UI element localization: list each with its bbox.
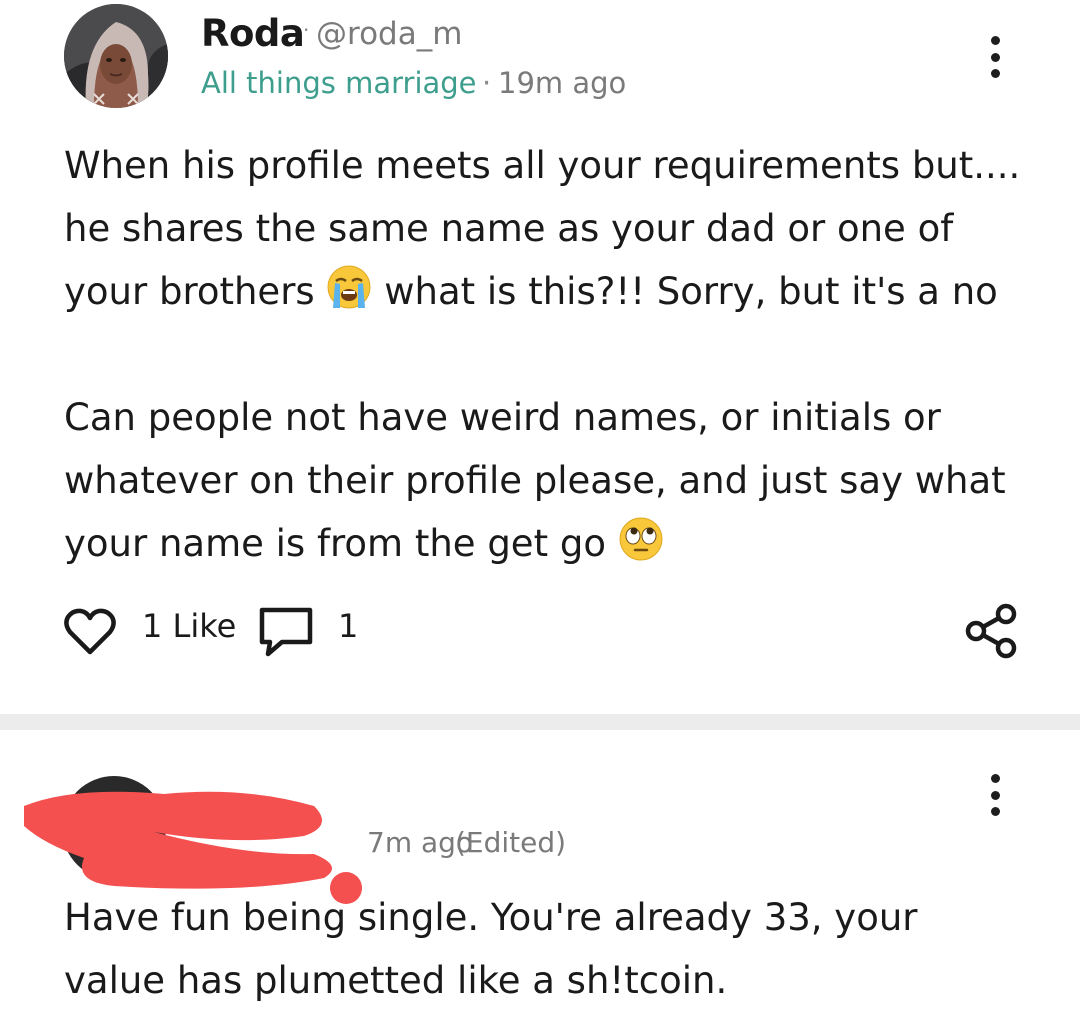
ellipsis-dot xyxy=(990,69,1000,78)
post-timestamp: 19m ago xyxy=(498,66,627,100)
post-body-line: your name is from the get go xyxy=(64,512,1054,575)
post-body-line: your brothers what is this?!! Sorry, but… xyxy=(64,260,1054,323)
post-body-text: your brothers xyxy=(64,270,315,313)
post-body-text: your name is from the get go xyxy=(64,522,606,565)
author-avatar[interactable] xyxy=(64,4,168,108)
ellipsis-dot xyxy=(990,790,1000,800)
author-handle[interactable]: @roda_m xyxy=(316,16,462,52)
heart-outline-icon[interactable] xyxy=(62,606,118,658)
post-body-line: When his profile meets all your requirem… xyxy=(64,144,1021,187)
group-link[interactable]: All things marriage xyxy=(201,66,477,100)
post-body-text: what is this?!! Sorry, but it's a no xyxy=(384,270,998,313)
comment-edited-label: (Edited) xyxy=(455,826,567,859)
share-nodes-icon[interactable] xyxy=(962,600,1022,662)
author-separator: · xyxy=(303,18,310,42)
comment-count[interactable]: 1 xyxy=(338,607,358,645)
post-body-line: Can people not have weird names, or init… xyxy=(64,396,941,439)
comment-more-options-button[interactable] xyxy=(975,774,1015,816)
group-separator: · xyxy=(482,66,492,100)
ellipsis-dot xyxy=(990,52,1000,62)
comment-body: Have fun being single. You're already 33… xyxy=(64,886,1054,1012)
vertical-ellipsis-icon xyxy=(990,774,1000,783)
loudly-crying-face-icon xyxy=(327,265,371,309)
vertical-ellipsis-icon xyxy=(990,36,1000,45)
ellipsis-dot xyxy=(990,807,1000,816)
post-body-line: he shares the same name as your dad or o… xyxy=(64,207,954,250)
post-more-options-button[interactable] xyxy=(975,36,1015,78)
post-body: When his profile meets all your requirem… xyxy=(64,134,1054,575)
comment-card: 7m ago (Edited) Have fun being single. Y… xyxy=(0,730,1080,1005)
post-card: Roda · @roda_m All things marriage · 19m… xyxy=(0,0,1080,714)
face-with-rolling-eyes-icon xyxy=(619,517,663,561)
comment-body-line: Have fun being single. You're already 33… xyxy=(64,896,918,939)
commenter-avatar[interactable] xyxy=(62,776,166,880)
post-body-line: whatever on their profile please, and ju… xyxy=(64,459,1006,502)
comment-body-line: value has plumetted like a sh!tcoin. xyxy=(64,959,728,1002)
like-count-label[interactable]: 1 Like xyxy=(142,607,236,645)
speech-bubble-icon[interactable] xyxy=(256,604,316,658)
author-name[interactable]: Roda xyxy=(201,12,305,55)
avatar-photo xyxy=(64,4,168,108)
section-divider xyxy=(0,714,1080,730)
